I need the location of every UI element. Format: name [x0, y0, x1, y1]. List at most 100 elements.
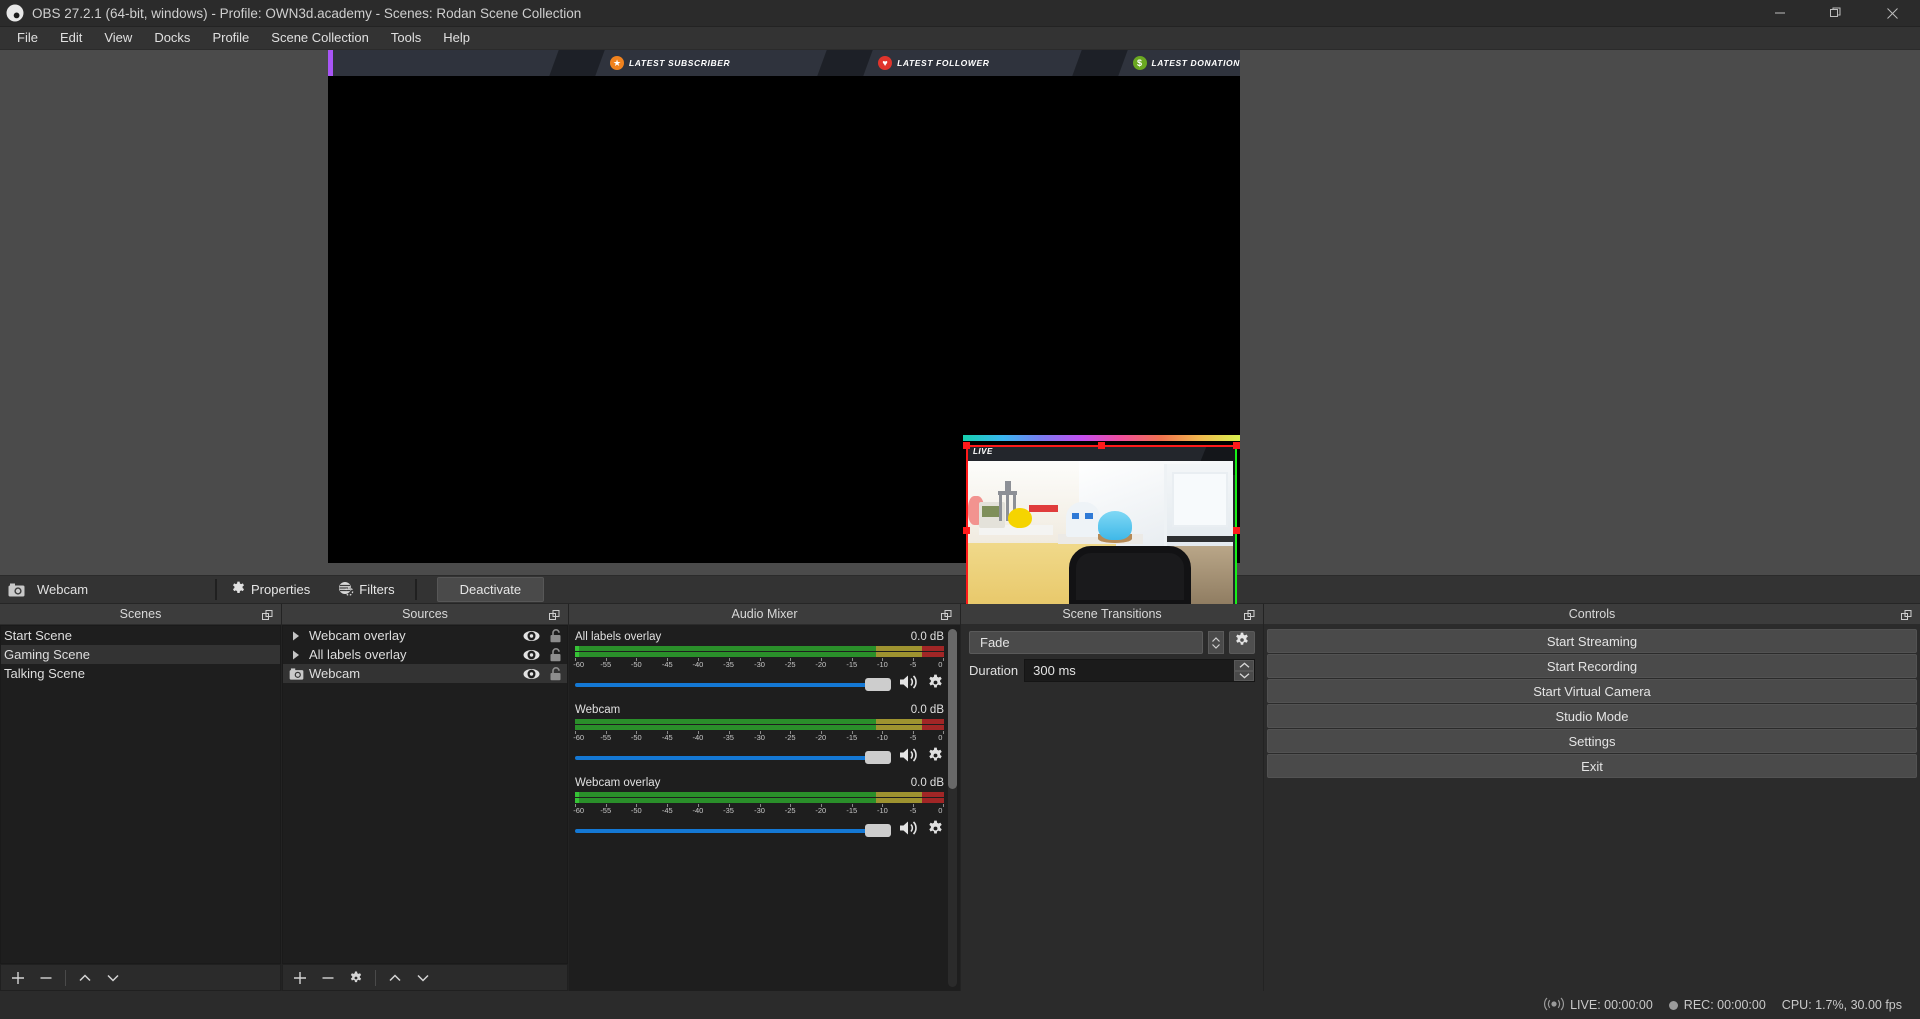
- resize-handle-top-center[interactable]: [1097, 442, 1105, 449]
- preview-area[interactable]: ★ LATEST SUBSCRIBER ♥ LATEST FOLLOWER $: [0, 50, 1920, 620]
- audio-mixer-body[interactable]: All labels overlay 0.0 dB -60 -55 -50 -4…: [569, 625, 960, 991]
- volume-slider[interactable]: [575, 751, 891, 765]
- lock-open-icon[interactable]: [543, 666, 567, 681]
- lock-open-icon[interactable]: [543, 628, 567, 643]
- remove-scene-button[interactable]: [33, 967, 59, 989]
- start-recording-button[interactable]: Start Recording: [1267, 654, 1917, 678]
- tick-label: -10: [876, 660, 888, 669]
- group-expand-icon[interactable]: [283, 649, 309, 661]
- speaker-icon[interactable]: [898, 819, 920, 842]
- filters-button[interactable]: Filters: [332, 579, 400, 601]
- duration-stepper[interactable]: [1234, 660, 1254, 681]
- resize-handle-top-right[interactable]: [1233, 442, 1240, 449]
- speaker-icon[interactable]: [898, 673, 920, 696]
- speaker-icon[interactable]: [898, 746, 920, 769]
- resize-handle-middle-right[interactable]: [1233, 527, 1240, 534]
- undock-icon[interactable]: [262, 608, 273, 626]
- menu-item-docks[interactable]: Docks: [143, 27, 201, 49]
- move-scene-up-button[interactable]: [72, 967, 98, 989]
- source-properties-button[interactable]: [343, 967, 369, 989]
- sources-dock-header: Sources: [282, 604, 568, 625]
- audio-meter-ticks: -60 -55 -50 -45 -40 -35 -30 -25 -20 -15 …: [573, 731, 944, 742]
- scene-label: Gaming Scene: [4, 647, 90, 662]
- volume-slider-knob[interactable]: [865, 824, 891, 837]
- properties-label: Properties: [251, 582, 311, 597]
- scene-item-gaming-scene[interactable]: Gaming Scene: [1, 645, 280, 664]
- add-scene-button[interactable]: [5, 967, 31, 989]
- start-virtual-camera-button[interactable]: Start Virtual Camera: [1267, 679, 1917, 703]
- gear-icon[interactable]: [927, 674, 944, 696]
- scene-item-talking-scene[interactable]: Talking Scene: [1, 664, 280, 683]
- source-item-webcam[interactable]: Webcam: [283, 664, 567, 683]
- move-source-down-button[interactable]: [410, 967, 436, 989]
- gear-icon[interactable]: [927, 747, 944, 769]
- volume-slider-knob[interactable]: [865, 751, 891, 764]
- volume-slider[interactable]: [575, 824, 891, 838]
- studio-mode-button[interactable]: Studio Mode: [1267, 704, 1917, 728]
- source-item-webcam-overlay[interactable]: Webcam overlay: [283, 626, 567, 645]
- transition-spinner[interactable]: [1208, 631, 1224, 654]
- audio-track-webcam[interactable]: Webcam 0.0 dB -60 -55 -50 -45 -40 -35 -3…: [569, 702, 960, 775]
- eye-icon[interactable]: [519, 649, 543, 661]
- volume-slider-knob[interactable]: [865, 678, 891, 691]
- duration-decrement-button[interactable]: [1234, 670, 1254, 681]
- menu-item-tools[interactable]: Tools: [380, 27, 432, 49]
- sources-list[interactable]: Webcam overlay All labels overlay Webcam: [282, 625, 568, 964]
- menu-item-profile[interactable]: Profile: [201, 27, 260, 49]
- deactivate-button[interactable]: Deactivate: [436, 577, 545, 602]
- undock-icon[interactable]: [941, 608, 952, 626]
- move-source-up-button[interactable]: [382, 967, 408, 989]
- audio-track-webcam-overlay[interactable]: Webcam overlay 0.0 dB -60 -55 -50 -45 -4…: [569, 775, 960, 848]
- source-item-all-labels-overlay[interactable]: All labels overlay: [283, 645, 567, 664]
- menu-item-help[interactable]: Help: [432, 27, 481, 49]
- menu-item-edit[interactable]: Edit: [49, 27, 93, 49]
- menu-item-file[interactable]: File: [6, 27, 49, 49]
- gear-icon[interactable]: [927, 820, 944, 842]
- tick-label: -20: [815, 733, 827, 742]
- selected-source-name: Webcam: [37, 582, 89, 597]
- undock-icon[interactable]: [1244, 608, 1255, 626]
- duration-input[interactable]: 300 ms: [1024, 659, 1255, 682]
- tick-label: -30: [754, 660, 765, 669]
- transition-properties-button[interactable]: [1229, 631, 1255, 654]
- menu-item-scene-collection[interactable]: Scene Collection: [260, 27, 380, 49]
- scene-item-start-scene[interactable]: Start Scene: [1, 626, 280, 645]
- move-scene-down-button[interactable]: [100, 967, 126, 989]
- undock-icon[interactable]: [1901, 608, 1912, 626]
- resize-handle-top-left[interactable]: [963, 442, 970, 449]
- scene-transitions-dock: Scene Transitions Fade Duration 300 ms: [961, 604, 1264, 991]
- cpu-fps-text: CPU: 1.7%, 30.00 fps: [1781, 998, 1902, 1012]
- scenes-list[interactable]: Start Scene Gaming Scene Talking Scene: [0, 625, 281, 964]
- undock-icon[interactable]: [549, 608, 560, 626]
- webcam-selection-box[interactable]: [963, 442, 1240, 620]
- resize-handle-middle-left[interactable]: [963, 527, 970, 534]
- audio-mixer-scrollbar[interactable]: [948, 629, 957, 987]
- eye-icon[interactable]: [519, 630, 543, 642]
- duration-increment-button[interactable]: [1234, 660, 1254, 671]
- settings-button[interactable]: Settings: [1267, 729, 1917, 753]
- remove-source-button[interactable]: [315, 967, 341, 989]
- group-expand-icon[interactable]: [283, 630, 309, 642]
- tick-label: -15: [846, 733, 858, 742]
- tick-label: -10: [876, 806, 888, 815]
- close-icon[interactable]: [1864, 0, 1920, 27]
- transition-select[interactable]: Fade: [969, 631, 1203, 654]
- audio-mixer-scrollbar-thumb[interactable]: [948, 629, 957, 789]
- menu-item-view[interactable]: View: [93, 27, 143, 49]
- lock-open-icon[interactable]: [543, 647, 567, 662]
- properties-button[interactable]: Properties: [225, 579, 316, 601]
- filters-label: Filters: [359, 582, 395, 597]
- add-source-button[interactable]: [287, 967, 313, 989]
- audio-track-name: Webcam: [575, 704, 621, 716]
- audio-track-all-labels-overlay[interactable]: All labels overlay 0.0 dB -60 -55 -50 -4…: [569, 629, 960, 702]
- peak-indicator: [575, 792, 579, 797]
- overlay-label-donation: LATEST DONATION: [1151, 58, 1240, 68]
- maximize-icon[interactable]: [1808, 0, 1864, 27]
- webcam-source-preview[interactable]: LIVE: [963, 435, 1240, 620]
- volume-slider[interactable]: [575, 678, 891, 692]
- start-streaming-button[interactable]: Start Streaming: [1267, 629, 1917, 653]
- exit-button[interactable]: Exit: [1267, 754, 1917, 778]
- minimize-icon[interactable]: [1752, 0, 1808, 27]
- menu-bar: File Edit View Docks Profile Scene Colle…: [0, 27, 1920, 50]
- eye-icon[interactable]: [519, 668, 543, 680]
